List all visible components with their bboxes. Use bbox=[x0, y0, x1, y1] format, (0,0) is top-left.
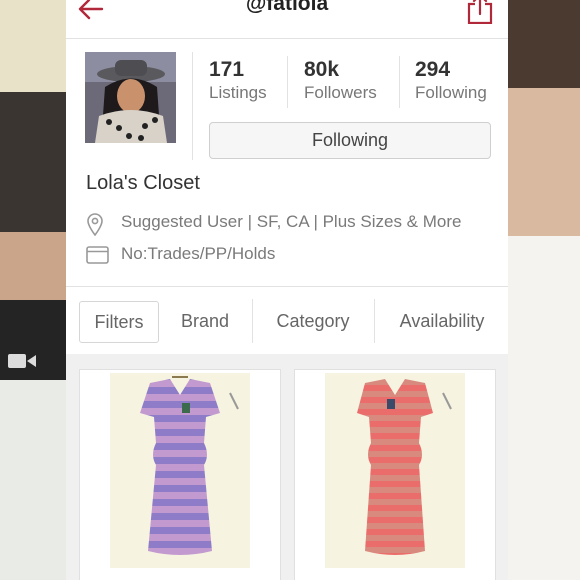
listings-label: Listings bbox=[209, 83, 267, 102]
followers-count: 80k bbox=[304, 58, 340, 81]
location-text: Suggested User | SF, CA | Plus Sizes & M… bbox=[121, 212, 462, 231]
avatar[interactable] bbox=[85, 52, 176, 143]
video-camera-icon bbox=[8, 354, 36, 368]
closet-name: Lola's Closet bbox=[86, 172, 200, 194]
tab-brand[interactable]: Brand bbox=[170, 301, 240, 341]
filter-bar: Filters Brand Category Availability bbox=[66, 286, 508, 356]
closet-handle: @fatlola bbox=[245, 0, 329, 15]
policy-text: No:Trades/PP/Holds bbox=[121, 244, 276, 263]
listings-count: 171 bbox=[209, 58, 245, 81]
tab-availability[interactable]: Availability bbox=[388, 301, 496, 341]
location-pin-icon bbox=[87, 213, 103, 236]
tab-divider bbox=[374, 299, 375, 343]
tab-filters[interactable]: Filters bbox=[79, 301, 159, 343]
coral-striped-dress-photo bbox=[325, 373, 465, 568]
avatar-photo bbox=[85, 52, 176, 143]
browser-window-icon bbox=[86, 246, 109, 264]
listing-card[interactable] bbox=[79, 369, 281, 580]
followers-label: Followers bbox=[304, 83, 377, 102]
stat-divider bbox=[287, 56, 288, 108]
listing-grid bbox=[66, 354, 508, 580]
top-navigation-bar: @fatlola bbox=[66, 0, 508, 39]
background-collage-left bbox=[0, 0, 66, 580]
listings-stat[interactable]: 171 Listings bbox=[209, 58, 267, 104]
background-collage-right bbox=[508, 0, 580, 580]
purple-striped-dress-photo bbox=[110, 373, 250, 568]
followers-stat[interactable]: 80k Followers bbox=[304, 58, 377, 104]
closet-profile-panel: @fatlola 171 Listings 80k Followers 294 … bbox=[66, 0, 508, 580]
tab-divider bbox=[252, 299, 253, 343]
following-label: Following bbox=[415, 83, 487, 102]
profile-divider bbox=[192, 52, 193, 160]
stat-divider bbox=[399, 56, 400, 108]
following-stat[interactable]: 294 Following bbox=[415, 58, 487, 104]
tab-category[interactable]: Category bbox=[264, 301, 362, 341]
listing-card[interactable] bbox=[294, 369, 496, 580]
following-count: 294 bbox=[415, 58, 451, 81]
share-icon[interactable] bbox=[466, 0, 494, 24]
following-button[interactable]: Following bbox=[209, 122, 491, 159]
